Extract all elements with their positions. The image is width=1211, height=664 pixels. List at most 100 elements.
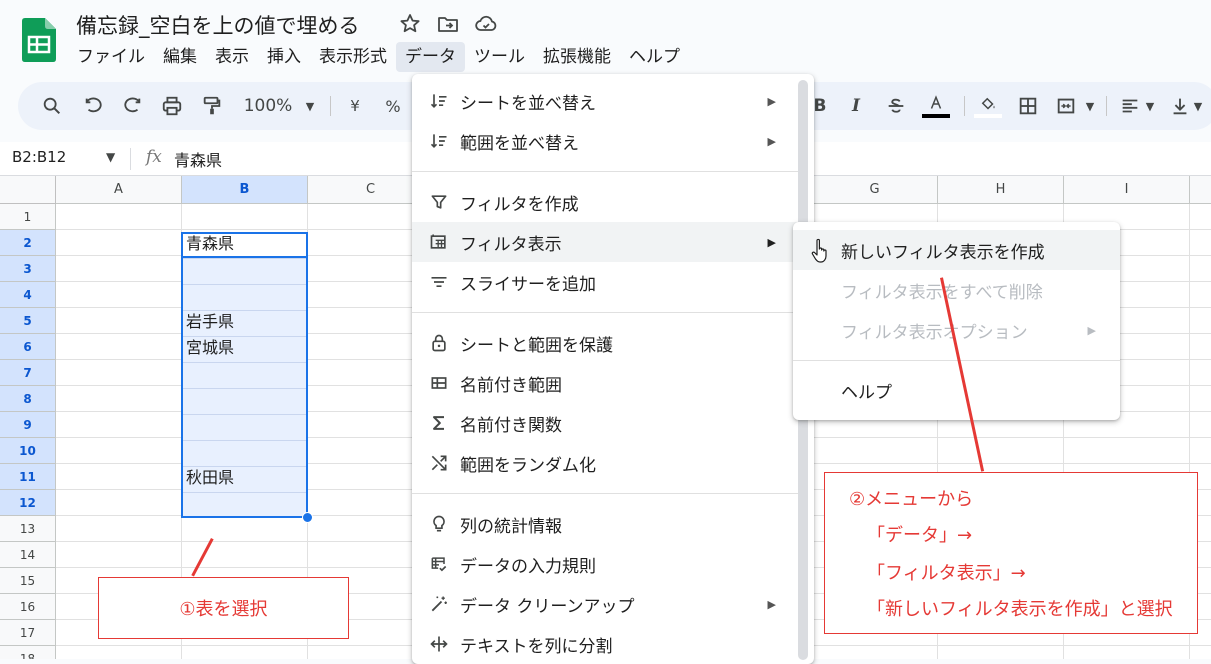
sheets-logo-icon[interactable] — [22, 18, 56, 62]
row-header-11[interactable]: 11 — [0, 464, 56, 490]
row-header-12[interactable]: 12 — [0, 490, 56, 516]
zoom-dropdown-icon[interactable]: ▼ — [302, 92, 318, 120]
menu-help[interactable]: ヘルプ — [620, 42, 689, 72]
menu-create-new-filter-view[interactable]: 新しいフィルタ表示を作成 — [793, 230, 1120, 270]
row-header-6[interactable]: 6 — [0, 334, 56, 360]
fx-icon: fx — [146, 147, 162, 167]
filter-views-icon — [428, 231, 450, 253]
column-header-next[interactable] — [1190, 176, 1211, 204]
formula-input[interactable]: 青森県 — [174, 147, 222, 171]
shuffle-icon — [428, 452, 450, 474]
valign-dropdown-icon[interactable]: ▼ — [1190, 92, 1206, 120]
column-header-b[interactable]: B — [182, 176, 308, 204]
sort-icon — [428, 90, 450, 112]
submenu-arrow-icon: ▶ — [767, 134, 776, 148]
menu-filter-help[interactable]: ヘルプ — [793, 370, 1120, 410]
merge-cells-icon[interactable] — [1054, 92, 1078, 120]
menu-filter-views[interactable]: フィルタ表示 ▶ — [412, 222, 800, 262]
document-title[interactable]: 備忘録_空白を上の値で埋める — [76, 10, 360, 40]
menu-data-validation[interactable]: データの入力規則 — [412, 544, 800, 584]
row-header-1[interactable]: 1 — [0, 204, 56, 230]
row-header-4[interactable]: 4 — [0, 282, 56, 308]
menu-split-text[interactable]: テキストを列に分割 — [412, 624, 800, 664]
menu-edit[interactable]: 編集 — [154, 42, 206, 72]
print-icon[interactable] — [158, 92, 186, 120]
row-header-9[interactable]: 9 — [0, 412, 56, 438]
cell-b2[interactable]: 青森県 — [186, 231, 234, 257]
percent-format-button[interactable]: % — [382, 92, 404, 120]
row-header-13[interactable]: 13 — [0, 516, 56, 542]
fill-color-icon[interactable] — [972, 92, 1004, 120]
strikethrough-icon[interactable] — [884, 92, 908, 120]
row-header-16[interactable]: 16 — [0, 594, 56, 620]
row-header-7[interactable]: 7 — [0, 360, 56, 386]
menu-named-ranges[interactable]: 名前付き範囲 — [412, 363, 800, 403]
cell-b11[interactable]: 秋田県 — [186, 465, 234, 491]
menu-create-filter[interactable]: フィルタを作成 — [412, 182, 800, 222]
menu-format[interactable]: 表示形式 — [310, 42, 396, 72]
data-validation-icon — [428, 553, 450, 575]
row-header-15[interactable]: 15 — [0, 568, 56, 594]
menu-add-slicer[interactable]: スライサーを追加 — [412, 262, 800, 302]
search-menus-icon[interactable] — [38, 92, 66, 120]
sort-icon — [428, 130, 450, 152]
split-columns-icon — [428, 633, 450, 655]
column-header-h[interactable]: H — [938, 176, 1064, 204]
column-header-g[interactable]: G — [812, 176, 938, 204]
menu-tools[interactable]: ツール — [465, 42, 534, 72]
column-header-a[interactable]: A — [56, 176, 182, 204]
submenu-arrow-icon: ▶ — [767, 94, 776, 108]
borders-icon[interactable] — [1016, 92, 1040, 120]
row-header-18[interactable]: 18 — [0, 646, 56, 659]
select-all-corner[interactable] — [0, 176, 56, 204]
row-header-5[interactable]: 5 — [0, 308, 56, 334]
menu-view[interactable]: 表示 — [206, 42, 258, 72]
menu-sort-range[interactable]: 範囲を並べ替え ▶ — [412, 121, 800, 161]
name-box[interactable]: B2:B12 — [12, 148, 66, 166]
row-header-8[interactable]: 8 — [0, 386, 56, 412]
star-icon[interactable] — [398, 12, 422, 36]
vertical-align-icon[interactable] — [1168, 92, 1192, 120]
cloud-status-icon[interactable] — [474, 12, 498, 36]
fill-handle[interactable] — [302, 512, 313, 523]
menu-data-cleanup[interactable]: データ クリーンアップ ▶ — [412, 584, 800, 624]
slicer-icon — [428, 271, 450, 293]
named-ranges-icon — [428, 372, 450, 394]
row-header-10[interactable]: 10 — [0, 438, 56, 464]
row-header-2[interactable]: 2 — [0, 230, 56, 256]
menu-named-functions[interactable]: 名前付き関数 — [412, 403, 800, 443]
cell-b6[interactable]: 宮城県 — [186, 335, 234, 361]
row-header-14[interactable]: 14 — [0, 542, 56, 568]
italic-button[interactable]: I — [846, 92, 866, 120]
move-folder-icon[interactable] — [436, 12, 460, 36]
undo-icon[interactable] — [80, 92, 108, 120]
redo-icon[interactable] — [118, 92, 146, 120]
text-color-icon[interactable] — [920, 92, 952, 120]
magic-wand-icon — [428, 593, 450, 615]
submenu-arrow-icon: ▶ — [1087, 323, 1096, 337]
menu-sort-sheet[interactable]: シートを並べ替え ▶ — [412, 81, 800, 121]
menu-bar: ファイル 編集 表示 挿入 表示形式 データ ツール 拡張機能 ヘルプ — [68, 42, 689, 72]
column-header-i[interactable]: I — [1064, 176, 1190, 204]
annotation-select-table: ①表を選択 — [98, 577, 349, 639]
menu-extensions[interactable]: 拡張機能 — [534, 42, 620, 72]
menu-insert[interactable]: 挿入 — [258, 42, 310, 72]
currency-format-button[interactable]: ¥ — [344, 92, 366, 120]
paint-format-icon[interactable] — [198, 92, 226, 120]
menu-file[interactable]: ファイル — [68, 42, 154, 72]
menu-data[interactable]: データ — [396, 42, 465, 72]
filter-icon — [428, 191, 450, 213]
row-header-3[interactable]: 3 — [0, 256, 56, 282]
zoom-select[interactable]: 100% — [240, 92, 296, 120]
name-box-dropdown-icon[interactable]: ▼ — [106, 150, 115, 164]
data-menu: シートを並べ替え ▶ 範囲を並べ替え ▶ フィルタを作成 フィルタ表示 ▶ スラ… — [412, 74, 814, 664]
row-header-17[interactable]: 17 — [0, 620, 56, 646]
horizontal-align-icon[interactable] — [1118, 92, 1142, 120]
align-dropdown-icon[interactable]: ▼ — [1142, 92, 1158, 120]
menu-column-stats[interactable]: 列の統計情報 — [412, 504, 800, 544]
merge-dropdown-icon[interactable]: ▼ — [1082, 92, 1098, 120]
menu-randomize-range[interactable]: 範囲をランダム化 — [412, 443, 800, 483]
menu-protect[interactable]: シートと範囲を保護 — [412, 323, 800, 363]
menu-delete-all-filter-views: フィルタ表示をすべて削除 — [841, 282, 1043, 303]
cell-b5[interactable]: 岩手県 — [186, 309, 234, 335]
